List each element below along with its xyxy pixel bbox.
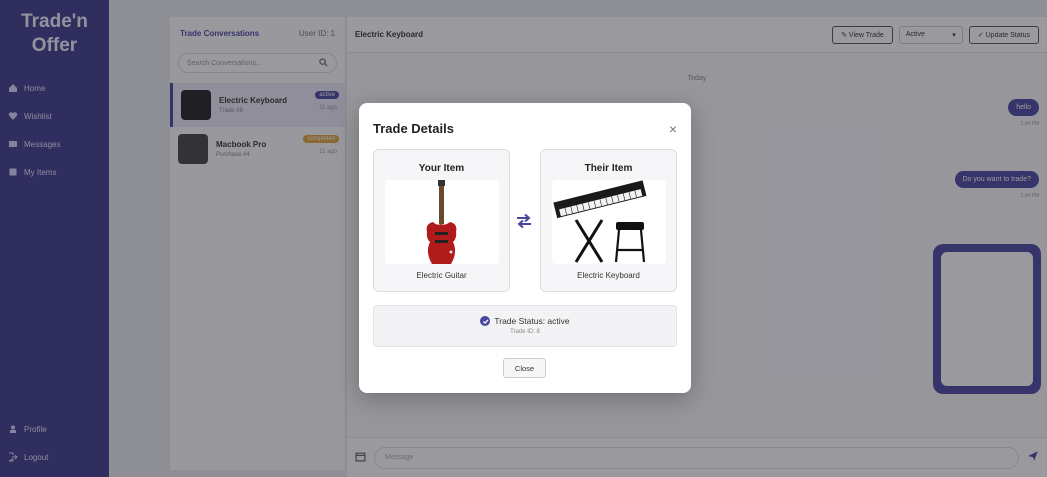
trade-details-modal: Trade Details × Your Item Electric Guita… (359, 103, 691, 393)
close-button[interactable]: Close (503, 358, 546, 378)
trade-id: Trade ID: 8 (510, 329, 540, 335)
your-item-name: Electric Guitar (416, 271, 467, 280)
close-icon[interactable]: × (669, 122, 677, 136)
electric-guitar-image (385, 180, 499, 264)
your-item-heading: Your Item (418, 163, 465, 174)
their-item-card: Their Item Electric Keyboard (540, 149, 677, 292)
trade-status-text: Trade Status: active (494, 316, 570, 326)
swap-arrows-icon (515, 213, 533, 229)
electric-keyboard-image (552, 180, 666, 264)
your-item-card: Your Item Electric Guitar (373, 149, 510, 292)
modal-title: Trade Details (373, 121, 454, 136)
trade-status-box: Trade Status: active Trade ID: 8 (373, 305, 677, 347)
their-item-heading: Their Item (584, 163, 633, 174)
check-circle-icon (480, 316, 491, 326)
their-item-name: Electric Keyboard (577, 271, 640, 280)
